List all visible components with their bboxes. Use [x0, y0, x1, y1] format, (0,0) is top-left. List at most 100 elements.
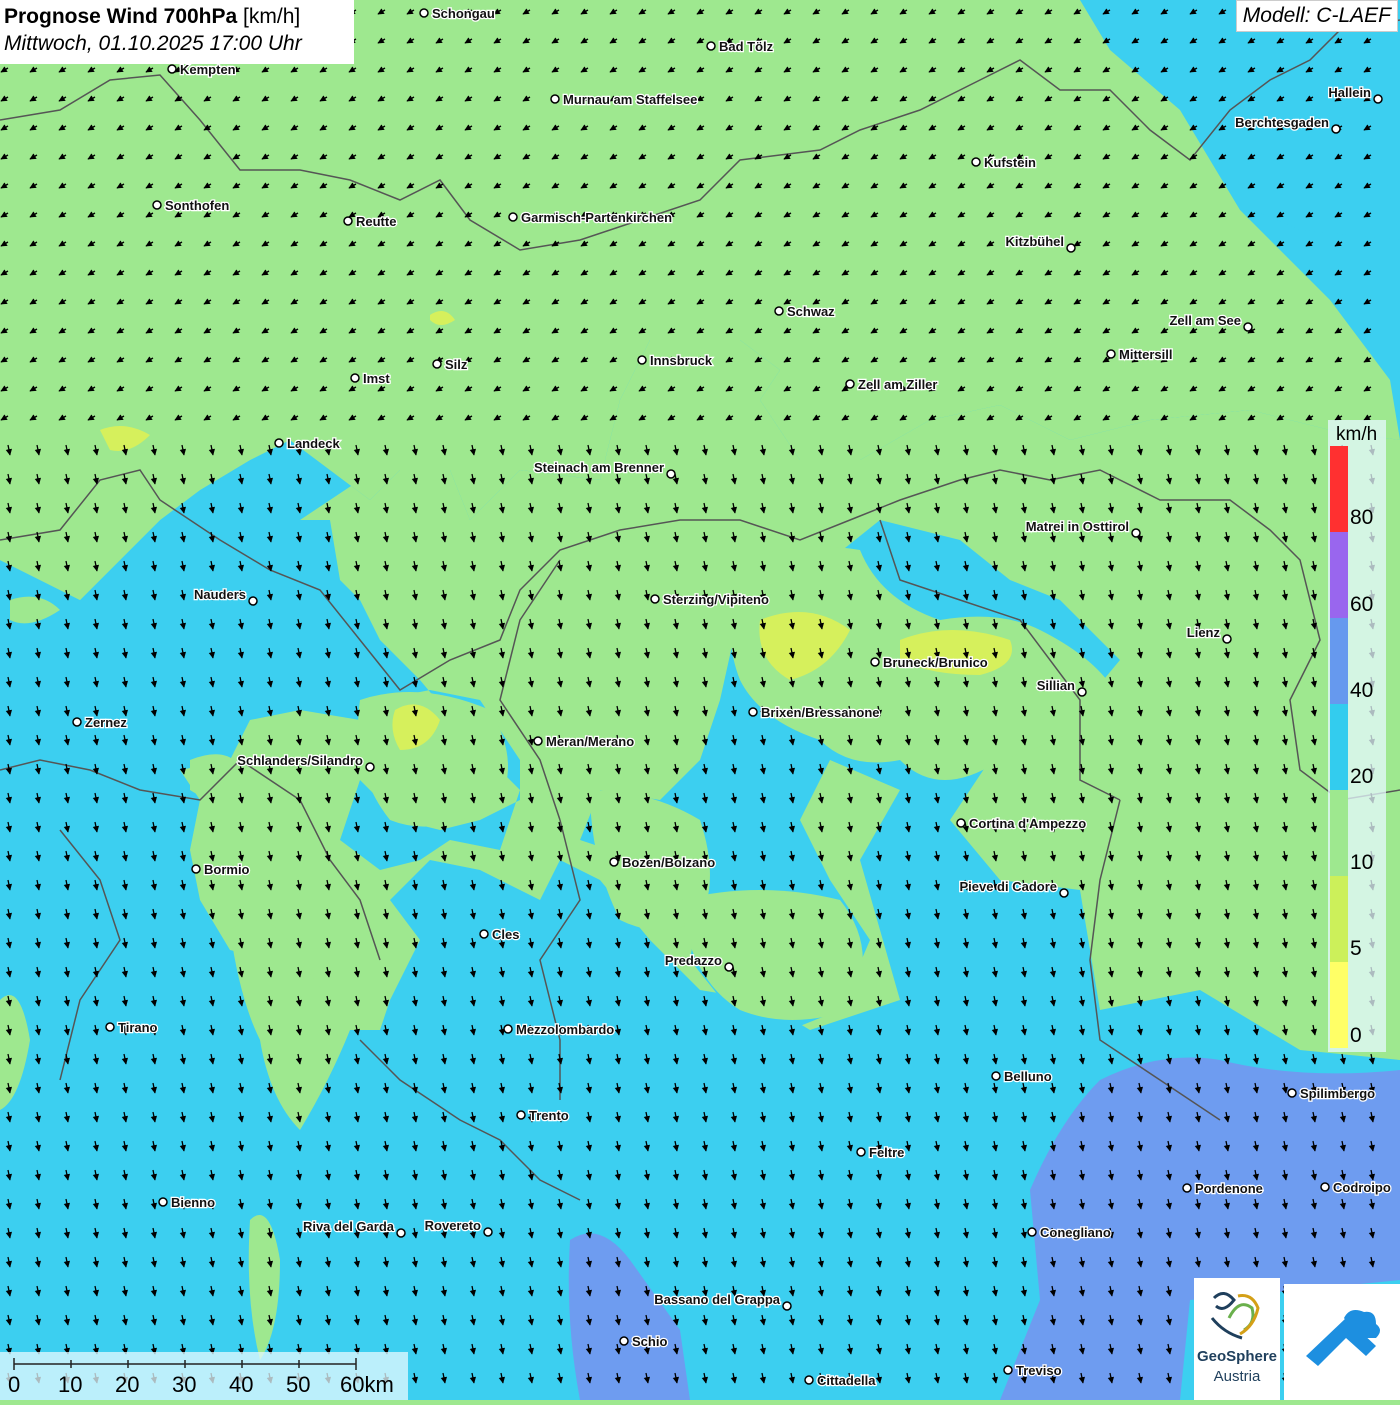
city-label: Brixen/Bressanone: [761, 705, 880, 720]
city-label: Kempten: [180, 62, 236, 77]
legend-tick-5: 5: [1350, 937, 1362, 960]
legend-color-segment: [1330, 446, 1348, 532]
scale-label-30: 30: [172, 1372, 197, 1397]
city-dot: [248, 596, 258, 606]
city-marker: Mezzolombardo: [503, 1021, 616, 1038]
city-dot: [782, 1301, 792, 1311]
city-dot: [1222, 634, 1232, 644]
city-label: Zell am Ziller: [858, 377, 937, 392]
city-dot: [550, 94, 560, 104]
city-label: Meran/Merano: [546, 734, 634, 749]
city-label: Matrei in Osttirol: [1026, 519, 1129, 534]
city-label: Sonthofen: [165, 198, 229, 213]
city-label: Silz: [445, 357, 468, 372]
city-label: Cortina d'Ampezzo: [969, 816, 1086, 831]
city-marker: Schongau: [419, 5, 496, 22]
city-dot: [158, 1197, 168, 1207]
city-label: Pordenone: [1195, 1181, 1263, 1196]
city-dot: [1373, 94, 1383, 104]
city-label: Tirano: [118, 1020, 158, 1035]
scale-label-40: 40: [229, 1372, 254, 1397]
city-dot: [1106, 349, 1116, 359]
city-label: Imst: [363, 371, 390, 386]
city-label: Bormio: [204, 862, 250, 877]
legend-color-bar: [1330, 446, 1348, 1048]
city-dot: [956, 818, 966, 828]
city-dot: [419, 8, 429, 18]
legend-color-segment: [1330, 704, 1348, 790]
city-dot: [724, 962, 734, 972]
color-legend: km/h 80 60 40 20 10 5 0: [1328, 420, 1386, 1052]
city-label: Kitzbühel: [1006, 234, 1065, 249]
city-dot: [105, 1022, 115, 1032]
city-dot: [1182, 1183, 1192, 1193]
city-label: Bruneck/Brunico: [883, 655, 988, 670]
city-label: Garmisch-Partenkirchen: [521, 210, 672, 225]
city-dot: [637, 355, 647, 365]
legend-color-segment: [1330, 618, 1348, 704]
city-label: Sterzing/Vipiteno: [663, 592, 769, 607]
city-dot: [365, 762, 375, 772]
city-dot: [971, 157, 981, 167]
city-marker: Zell am Ziller: [845, 376, 939, 393]
geosphere-swirl-icon: [1210, 1292, 1260, 1340]
city-marker: Meran/Merano: [533, 733, 635, 750]
city-dot: [1131, 528, 1141, 538]
city-dot: [516, 1110, 526, 1120]
city-label: Nauders: [194, 587, 246, 602]
map-title-unit: [km/h]: [243, 5, 301, 28]
city-label: Lienz: [1187, 625, 1221, 640]
city-marker: Conegliano: [1027, 1224, 1112, 1241]
city-marker: Bozen/Bolzano: [609, 854, 716, 871]
city-label: Predazzo: [665, 953, 722, 968]
legend-tick-40: 40: [1350, 679, 1374, 702]
legend-tick-20: 20: [1350, 765, 1374, 788]
city-dot: [1243, 322, 1253, 332]
city-label: Conegliano: [1040, 1225, 1111, 1240]
city-dot: [167, 64, 177, 74]
scale-label-0: 0: [8, 1372, 21, 1397]
legend-color-segment: [1330, 962, 1348, 1048]
geosphere-name: GeoSphere: [1196, 1348, 1278, 1365]
legend-color-segment: [1330, 790, 1348, 876]
city-dot: [191, 864, 201, 874]
city-dot: [432, 359, 442, 369]
city-label: Schio: [632, 1334, 667, 1349]
city-dot: [274, 438, 284, 448]
city-dot: [1320, 1182, 1330, 1192]
scale-label-20: 20: [115, 1372, 140, 1397]
scale-label-60km: 60km: [340, 1372, 394, 1397]
city-label: Zell am See: [1169, 313, 1241, 328]
city-marker: Brixen/Bressanone: [748, 704, 881, 721]
city-dot: [1027, 1227, 1037, 1237]
city-label: Steinach am Brenner: [534, 460, 664, 475]
city-label: Berchtesgaden: [1235, 115, 1329, 130]
city-marker: Spilimbergo: [1287, 1085, 1376, 1102]
city-dot: [991, 1071, 1001, 1081]
city-label: Kufstein: [984, 155, 1036, 170]
city-dot: [804, 1375, 814, 1385]
legend-tick-80: 80: [1350, 506, 1374, 529]
legend-color-segment: [1330, 532, 1348, 618]
legend-tick-0: 0: [1350, 1024, 1362, 1047]
city-dot: [650, 594, 660, 604]
city-label: Riva del Garda: [303, 1219, 395, 1234]
city-dot: [350, 373, 360, 383]
city-marker: Garmisch-Partenkirchen: [508, 209, 673, 226]
city-dot: [533, 736, 543, 746]
city-dot: [343, 216, 353, 226]
city-dot: [666, 469, 676, 479]
legend-tick-60: 60: [1350, 593, 1374, 616]
city-dot: [1003, 1365, 1013, 1375]
city-label: Belluno: [1004, 1069, 1052, 1084]
city-label: Schongau: [432, 6, 495, 21]
city-marker: Sonthofen: [152, 197, 231, 214]
geosphere-sub: Austria: [1213, 1368, 1261, 1385]
city-label: Codroipo: [1333, 1180, 1391, 1195]
city-dot: [774, 306, 784, 316]
city-label: Mittersill: [1119, 347, 1172, 362]
city-dot: [479, 929, 489, 939]
city-label: Sillian: [1037, 678, 1075, 693]
city-dot: [748, 707, 758, 717]
city-label: Schlanders/Silandro: [237, 753, 363, 768]
